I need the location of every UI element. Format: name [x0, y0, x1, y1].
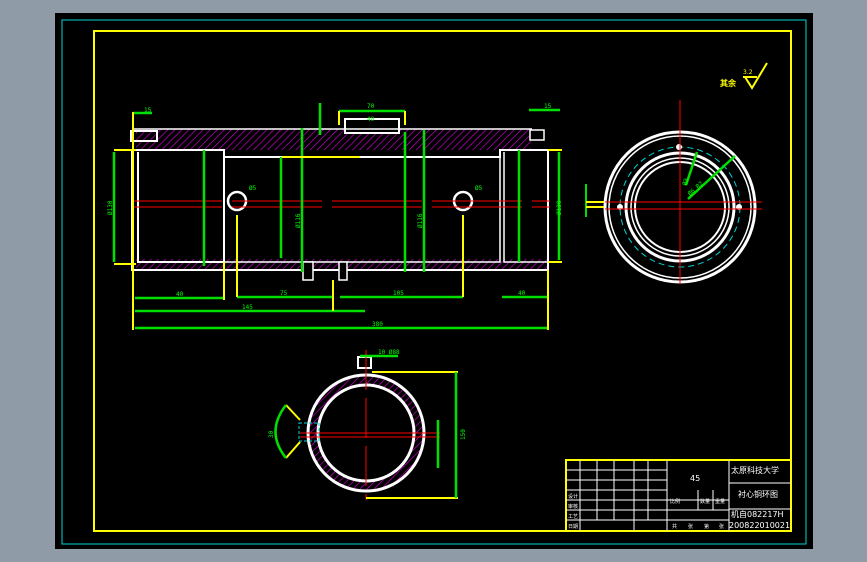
school-name: 太原科技大学 — [731, 465, 779, 475]
title-block: 45 太原科技大学 衬心铜环图 机自082217H 200822010021 比… — [565, 459, 792, 532]
sheet-unit-label-1: 张 — [688, 523, 693, 530]
dim-bottom-right: 40 — [518, 290, 526, 297]
cad-drawing-canvas[interactable]: 15 70 40 15 Ø5 Ø5 40 75 105 145 40 380 Ø… — [0, 0, 867, 562]
row-process: 工艺 — [568, 514, 578, 520]
dim-section-left: 30 — [268, 430, 275, 438]
sheet-total-label: 共 — [672, 523, 677, 530]
dim-section-top: 10 Ø88 — [378, 349, 400, 356]
roughness-other-label: 其余 — [720, 78, 737, 88]
scale-label: 比例 — [670, 498, 680, 505]
dim-mid-diameter-2: Ø116 — [417, 213, 424, 228]
dim-mid-diameter-1: Ø116 — [295, 213, 302, 228]
dim-keyway-inner: 40 — [367, 116, 375, 123]
dim-top-right: 15 — [544, 103, 552, 110]
sheet-unit-label-2: 张 — [719, 523, 724, 530]
material: 45 — [690, 474, 700, 483]
dim-bottom-145: 145 — [242, 304, 253, 311]
sheet-number-label: 第 — [704, 523, 709, 530]
dim-bottom-105: 105 — [393, 290, 404, 297]
dim-top-left: 15 — [144, 107, 152, 114]
dim-section-height: 150 — [460, 429, 467, 440]
dim-bottom-40: 40 — [176, 291, 184, 298]
roughness-value: 3.2 — [743, 69, 753, 76]
row-review: 审核 — [568, 503, 578, 510]
row-design: 设计 — [568, 493, 578, 500]
dim-keyway: 70 — [367, 103, 375, 110]
part-name: 衬心铜环图 — [738, 489, 778, 499]
class-code: 机自082217H — [731, 509, 784, 519]
row-date: 日期 — [568, 524, 578, 530]
weight-label: 重量 — [715, 498, 725, 505]
dim-left-diameter: Ø130 — [107, 200, 114, 215]
dim-right-diameter: Ø130 — [556, 200, 563, 215]
dim-hole-left: Ø5 — [249, 185, 257, 192]
student-id: 200822010021 — [729, 521, 790, 530]
dim-hole-right: Ø5 — [475, 185, 483, 192]
dim-total-length: 380 — [372, 321, 383, 328]
qty-label: 数量 — [700, 498, 710, 505]
dim-bottom-75: 75 — [280, 290, 288, 297]
